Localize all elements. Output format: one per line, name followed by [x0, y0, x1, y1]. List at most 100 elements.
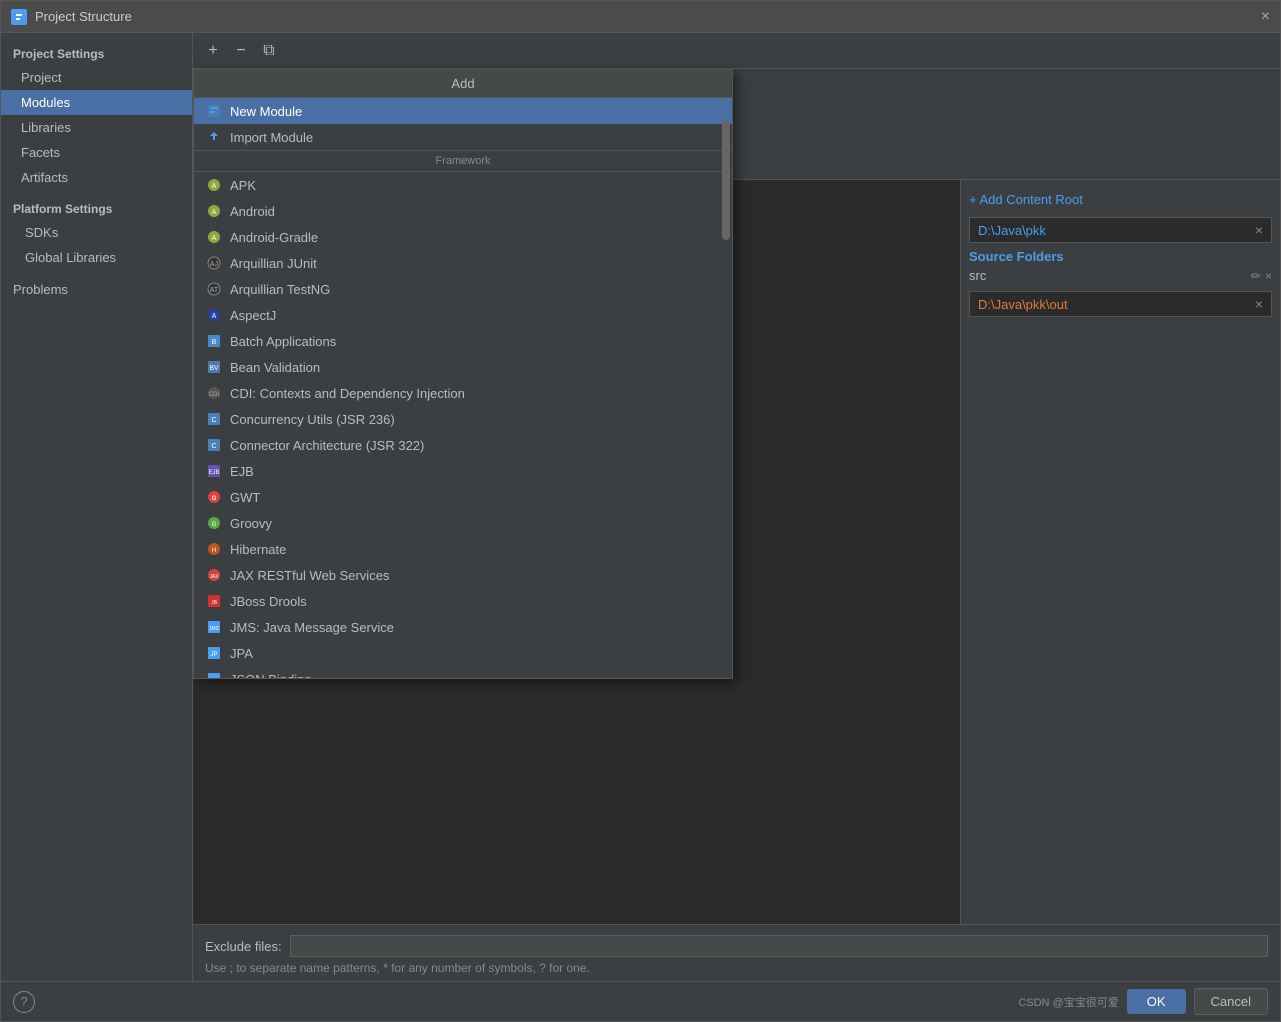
dropdown-import-module[interactable]: Import Module	[194, 124, 732, 150]
dropdown-header: Add	[194, 70, 732, 98]
dropdown-item-arquillian-testng[interactable]: AT Arquillian TestNG	[194, 276, 732, 302]
project-settings-section: Project Settings	[1, 41, 192, 65]
folder-entry-pkk: D:\Java\pkk ×	[969, 217, 1272, 243]
remove-button[interactable]: −	[229, 39, 253, 63]
ejb-icon: EJB	[206, 463, 222, 479]
src-edit-button[interactable]: ✏	[1251, 269, 1261, 283]
dropdown-item-jax[interactable]: JAX JAX RESTful Web Services	[194, 562, 732, 588]
svg-text:JP: JP	[210, 652, 217, 658]
sidebar-item-facets[interactable]: Facets	[1, 140, 192, 165]
src-remove-button[interactable]: ×	[1265, 269, 1272, 283]
svg-text:AJ: AJ	[210, 261, 218, 268]
dropdown-item-jpa[interactable]: JP JPA	[194, 640, 732, 666]
jboss-icon: JB	[206, 593, 222, 609]
toolbar: + − ⧉ Add New Module	[193, 33, 1280, 69]
arquillian-testng-icon: AT	[206, 281, 222, 297]
exclude-section: Exclude files: Use ; to separate name pa…	[193, 924, 1280, 981]
dropdown-item-batch[interactable]: B Batch Applications	[194, 328, 732, 354]
dropdown-item-jboss[interactable]: JB JBoss Drools	[194, 588, 732, 614]
sidebar: Project Settings Project Modules Librari…	[1, 33, 193, 981]
dropdown-item-gwt[interactable]: G GWT	[194, 484, 732, 510]
exclude-hint: Use ; to separate name patterns, * for a…	[205, 961, 1268, 975]
dropdown-item-bean-validation[interactable]: BV Bean Validation	[194, 354, 732, 380]
dropdown-item-android[interactable]: A Android	[194, 198, 732, 224]
sidebar-item-artifacts[interactable]: Artifacts	[1, 165, 192, 190]
item-batch-label: Batch Applications	[230, 334, 336, 349]
folder-close-button[interactable]: ×	[1255, 222, 1263, 238]
item-ejb-label: EJB	[230, 464, 254, 479]
bean-validation-icon: BV	[206, 359, 222, 375]
out-folder-close[interactable]: ×	[1255, 296, 1263, 312]
dropdown-item-cdi[interactable]: CDI CDI: Contexts and Dependency Injecti…	[194, 380, 732, 406]
dropdown-new-module[interactable]: New Module	[194, 98, 732, 124]
new-module-label: New Module	[230, 104, 302, 119]
item-arquillian-testng-label: Arquillian TestNG	[230, 282, 330, 297]
watermark: CSDN @宝宝很可爱	[1018, 994, 1118, 1010]
titlebar: Project Structure ×	[1, 1, 1280, 33]
svg-text:A: A	[212, 209, 217, 216]
close-button[interactable]: ×	[1261, 8, 1270, 26]
dropdown-item-concurrency[interactable]: C Concurrency Utils (JSR 236)	[194, 406, 732, 432]
item-jax-label: JAX RESTful Web Services	[230, 568, 389, 583]
ok-button[interactable]: OK	[1127, 989, 1186, 1014]
exclude-input[interactable]	[290, 935, 1268, 957]
gwt-icon: G	[206, 489, 222, 505]
item-jms-label: JMS: Java Message Service	[230, 620, 394, 635]
item-android-gradle-label: Android-Gradle	[230, 230, 318, 245]
add-dropdown: Add New Module Import Module	[193, 69, 733, 679]
exclude-label: Exclude files:	[205, 939, 282, 954]
sidebar-item-libraries[interactable]: Libraries	[1, 115, 192, 140]
add-button[interactable]: +	[201, 39, 225, 63]
main-panel: + − ⧉ Add New Module	[193, 33, 1280, 981]
svg-text:CDI: CDI	[209, 392, 220, 398]
svg-text:C: C	[211, 443, 216, 450]
sidebar-item-project[interactable]: Project	[1, 65, 192, 90]
exclude-row: Exclude files:	[205, 931, 1268, 961]
dropdown-item-json-binding[interactable]: JB JSON Binding	[194, 666, 732, 678]
aspectj-icon: A	[206, 307, 222, 323]
add-content-root-button[interactable]: + Add Content Root	[969, 188, 1272, 211]
svg-text:JMS: JMS	[209, 626, 220, 632]
svg-text:A: A	[212, 313, 217, 320]
sidebar-item-problems[interactable]: Problems	[1, 270, 192, 302]
app-icon	[11, 9, 27, 25]
dropdown-scroll[interactable]: New Module Import Module Framework	[194, 98, 732, 678]
dropdown-scrollbar[interactable]	[722, 120, 730, 240]
sidebar-item-modules[interactable]: Modules	[1, 90, 192, 115]
cancel-button[interactable]: Cancel	[1194, 988, 1268, 1015]
bottom-bar: ? CSDN @宝宝很可爱 OK Cancel	[1, 981, 1280, 1021]
item-concurrency-label: Concurrency Utils (JSR 236)	[230, 412, 395, 427]
sidebar-item-global-libraries[interactable]: Global Libraries	[1, 245, 192, 270]
titlebar-left: Project Structure	[11, 9, 132, 25]
svg-text:A: A	[212, 235, 217, 242]
dropdown-item-groovy[interactable]: G Groovy	[194, 510, 732, 536]
src-actions: ✏ ×	[1251, 269, 1272, 283]
folder-path: D:\Java\pkk	[978, 223, 1046, 238]
sidebar-item-sdks[interactable]: SDKs	[1, 220, 192, 245]
dropdown-item-hibernate[interactable]: H Hibernate	[194, 536, 732, 562]
help-button[interactable]: ?	[13, 991, 35, 1013]
dropdown-item-android-gradle[interactable]: A Android-Gradle	[194, 224, 732, 250]
dropdown-item-arquillian-junit[interactable]: AJ Arquillian JUnit	[194, 250, 732, 276]
svg-text:G: G	[212, 496, 217, 502]
dropdown-item-connector[interactable]: C Connector Architecture (JSR 322)	[194, 432, 732, 458]
dropdown-item-apk[interactable]: A APK	[194, 172, 732, 198]
item-hibernate-label: Hibernate	[230, 542, 286, 557]
svg-text:JB: JB	[211, 600, 218, 606]
hibernate-icon: H	[206, 541, 222, 557]
item-arquillian-junit-label: Arquillian JUnit	[230, 256, 317, 271]
svg-text:EJB: EJB	[208, 470, 219, 476]
dropdown-item-ejb[interactable]: EJB EJB	[194, 458, 732, 484]
src-path: src	[969, 268, 986, 283]
import-module-label: Import Module	[230, 130, 313, 145]
item-cdi-label: CDI: Contexts and Dependency Injection	[230, 386, 465, 401]
connector-icon: C	[206, 437, 222, 453]
copy-button[interactable]: ⧉	[257, 39, 281, 63]
dropdown-item-aspectj[interactable]: A AspectJ	[194, 302, 732, 328]
dropdown-item-jms[interactable]: JMS JMS: Java Message Service	[194, 614, 732, 640]
svg-text:H: H	[212, 548, 216, 554]
item-connector-label: Connector Architecture (JSR 322)	[230, 438, 424, 453]
bottom-right: CSDN @宝宝很可爱 OK Cancel	[1018, 988, 1268, 1015]
item-gwt-label: GWT	[230, 490, 260, 505]
item-jpa-label: JPA	[230, 646, 253, 661]
